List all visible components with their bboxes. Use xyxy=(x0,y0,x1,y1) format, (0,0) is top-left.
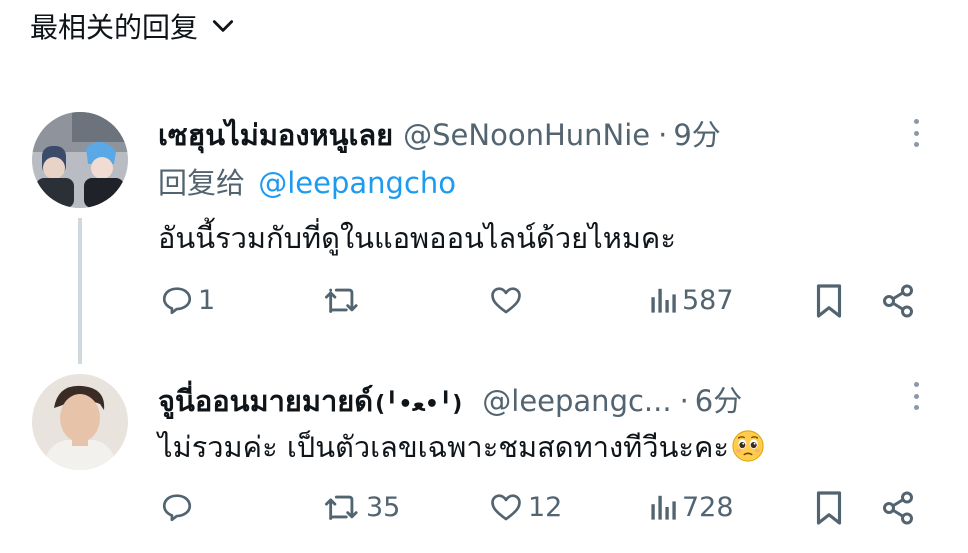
avatar-photo xyxy=(32,374,128,470)
tweet-header: จูนี่ออนมายมายด์ (╹•ﻌ•╹) @leepangc... · … xyxy=(158,378,742,424)
like-button[interactable] xyxy=(488,283,528,317)
more-dot-icon xyxy=(913,393,919,399)
bookmark-icon xyxy=(816,284,842,318)
like-count: 12 xyxy=(528,491,563,523)
separator-dot: · xyxy=(679,384,689,418)
display-name[interactable]: จูนี่ออนมายมายด์ xyxy=(158,378,373,424)
share-icon xyxy=(883,491,913,525)
view-count: 587 xyxy=(682,284,734,316)
bookmark-button[interactable] xyxy=(814,490,844,526)
display-name[interactable]: เซฮุนไม่มองหนูเลย xyxy=(158,112,393,158)
tweet-text: อันนี้รวมกับที่ดูในแอพออนไลน์ด้วยไหมคะ xyxy=(158,221,676,255)
tweet-header: เซฮุนไม่มองหนูเลย @SeNoonHunNie · 9分 xyxy=(158,112,721,158)
more-options-button[interactable] xyxy=(906,378,926,414)
more-dot-icon xyxy=(913,405,919,410)
heart-icon xyxy=(491,494,521,521)
tweet-text: ไม่รวมค่ะ เป็นตัวเลขเฉพาะชมสดทางทีวีนะคะ xyxy=(158,424,765,470)
retweet-icon xyxy=(325,288,358,313)
bookmark-button[interactable] xyxy=(814,283,844,319)
views-button[interactable]: 587 xyxy=(650,283,734,317)
view-count: 728 xyxy=(682,491,734,523)
heart-icon xyxy=(491,287,521,314)
bookmark-icon xyxy=(816,491,842,525)
views-button[interactable]: 728 xyxy=(650,490,734,524)
reply-to-mention[interactable]: @leepangcho xyxy=(258,166,456,200)
display-name-kaomoji: (╹•ﻌ•╹) xyxy=(375,392,463,417)
reply-icon xyxy=(162,494,192,522)
more-dot-icon xyxy=(913,130,919,136)
reply-button[interactable]: 1 xyxy=(160,283,215,317)
retweet-button[interactable]: 35 xyxy=(322,490,400,524)
share-icon xyxy=(883,284,913,318)
more-options-button[interactable] xyxy=(906,115,926,151)
reply-to-line: 回复给 @leepangcho xyxy=(158,160,456,202)
retweet-icon xyxy=(325,495,358,520)
chevron-down-icon xyxy=(212,20,234,32)
bar-chart-icon xyxy=(651,495,676,520)
share-button[interactable] xyxy=(880,283,916,319)
sort-label: 最相关的回复 xyxy=(30,11,199,44)
avatar[interactable] xyxy=(32,112,128,208)
retweet-button[interactable] xyxy=(322,283,366,317)
sort-replies-dropdown[interactable]: 最相关的回复 xyxy=(30,6,236,46)
like-button[interactable]: 12 xyxy=(488,490,562,524)
bar-chart-icon xyxy=(651,288,676,313)
avatar[interactable] xyxy=(32,374,128,470)
timestamp[interactable]: 9分 xyxy=(673,112,720,154)
timestamp[interactable]: 6分 xyxy=(695,378,742,420)
more-dot-icon xyxy=(913,142,919,147)
pleading-face-emoji-icon xyxy=(732,430,764,462)
reply-icon xyxy=(162,287,192,315)
tweet-text-content: ไม่รวมค่ะ เป็นตัวเลขเฉพาะชมสดทางทีวีนะคะ xyxy=(158,430,729,464)
thread-connector-line xyxy=(78,218,82,364)
share-button[interactable] xyxy=(880,490,916,526)
separator-dot: · xyxy=(658,118,668,152)
retweet-count: 35 xyxy=(366,491,401,523)
more-dot-icon xyxy=(913,119,919,124)
reply-count: 1 xyxy=(198,284,216,316)
user-handle[interactable]: @leepangc... xyxy=(482,384,671,418)
reply-button[interactable] xyxy=(160,490,198,524)
user-handle[interactable]: @SeNoonHunNie xyxy=(403,118,650,152)
avatar-photo xyxy=(32,112,128,208)
reply-to-label: 回复给 xyxy=(158,166,246,200)
more-dot-icon xyxy=(913,382,919,387)
